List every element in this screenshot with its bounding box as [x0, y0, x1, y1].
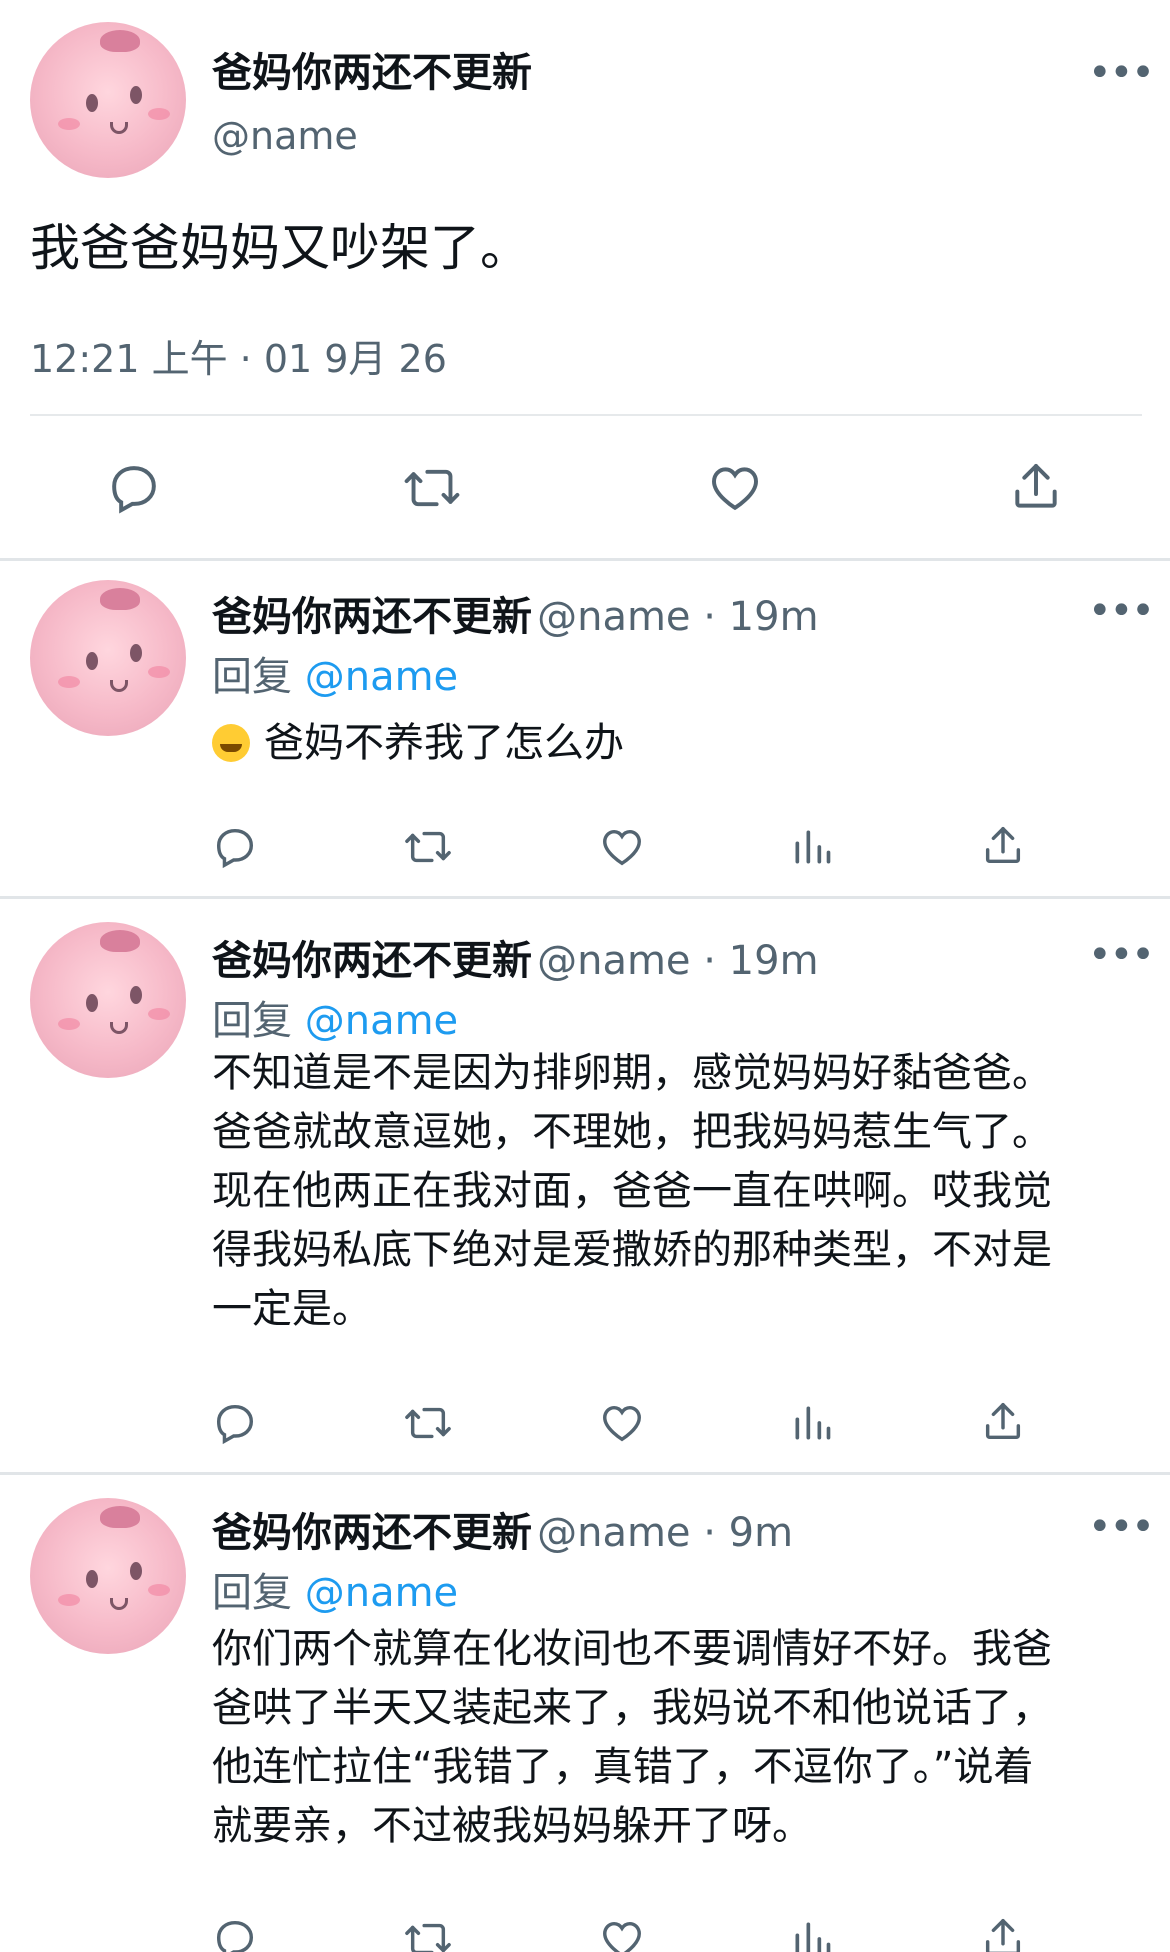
- tweet-text: 我爸爸妈妈又吵架了。: [30, 219, 530, 277]
- section-divider: [0, 558, 1170, 561]
- more-options-icon[interactable]: •••: [1088, 932, 1155, 978]
- reply-tweet[interactable]: 爸妈你两还不更新 @name · 19m ••• 回复 @name 不知道是不是…: [0, 900, 1170, 1474]
- replying-to: 回复 @name: [212, 654, 459, 700]
- share-icon[interactable]: [980, 1398, 1026, 1446]
- heart-icon[interactable]: [598, 1916, 646, 1952]
- share-icon[interactable]: [980, 1914, 1026, 1952]
- main-tweet: 爸妈你两还不更新 @name ••• 我爸爸妈妈又吵架了。 12:21 上午 ·…: [0, 0, 1170, 560]
- comment-icon[interactable]: [212, 824, 258, 870]
- heart-icon[interactable]: [706, 460, 764, 516]
- retweet-icon[interactable]: [402, 460, 462, 516]
- replying-to-link[interactable]: @name: [305, 654, 458, 700]
- retweet-icon[interactable]: [402, 1400, 454, 1446]
- reply-tweet[interactable]: 爸妈你两还不更新 @name · 19m ••• 回复 @name 爸妈不养我了…: [0, 562, 1170, 898]
- replying-to: 回复 @name: [212, 1570, 459, 1616]
- retweet-icon[interactable]: [402, 824, 454, 870]
- reply-text: 爸妈不养我了怎么办: [212, 714, 1112, 773]
- tweet-timestamp: 12:21 上午 · 01 9月 26: [30, 337, 447, 381]
- comment-icon[interactable]: [212, 1916, 258, 1952]
- comment-icon[interactable]: [106, 460, 162, 516]
- avatar[interactable]: [30, 580, 186, 736]
- loudly-crying-face-emoji: [212, 724, 250, 762]
- handle-time: @name · 19m: [537, 594, 819, 640]
- handle-time: @name · 9m: [537, 1510, 794, 1556]
- more-options-icon[interactable]: •••: [1088, 1504, 1155, 1550]
- display-name[interactable]: 爸妈你两还不更新: [212, 40, 532, 98]
- share-icon[interactable]: [1008, 458, 1064, 516]
- more-options-icon[interactable]: •••: [1088, 588, 1155, 634]
- avatar[interactable]: [30, 1498, 186, 1654]
- user-handle[interactable]: @name: [212, 114, 358, 158]
- section-divider: [0, 896, 1170, 899]
- analytics-icon[interactable]: [790, 1916, 834, 1952]
- section-divider: [0, 1472, 1170, 1475]
- display-name[interactable]: 爸妈你两还不更新: [212, 938, 532, 984]
- heart-icon[interactable]: [598, 824, 646, 870]
- analytics-icon[interactable]: [790, 824, 834, 870]
- handle-time: @name · 19m: [537, 938, 819, 984]
- analytics-icon[interactable]: [790, 1400, 834, 1446]
- divider: [30, 414, 1142, 416]
- share-icon[interactable]: [980, 822, 1026, 870]
- display-name[interactable]: 爸妈你两还不更新: [212, 594, 532, 640]
- retweet-icon[interactable]: [402, 1916, 454, 1952]
- more-options-icon[interactable]: •••: [1088, 50, 1155, 96]
- replying-to: 回复 @name: [212, 998, 459, 1044]
- reply-tweet[interactable]: 爸妈你两还不更新 @name · 9m ••• 回复 @name 你们两个就算在…: [0, 1476, 1170, 1952]
- reply-text: 不知道是不是因为排卵期，感觉妈妈好黏爸爸。 爸爸就故意逗她，不理她，把我妈妈惹生…: [212, 1050, 1052, 1332]
- display-name[interactable]: 爸妈你两还不更新: [212, 1510, 532, 1556]
- replying-to-link[interactable]: @name: [305, 998, 458, 1044]
- replying-to-link[interactable]: @name: [305, 1570, 458, 1616]
- heart-icon[interactable]: [598, 1400, 646, 1446]
- avatar[interactable]: [30, 922, 186, 1078]
- comment-icon[interactable]: [212, 1400, 258, 1446]
- avatar[interactable]: [30, 22, 186, 178]
- reply-text: 你们两个就算在化妆间也不要调情好不好。我爸 爸哄了半天又装起来了，我妈说不和他说…: [212, 1626, 1052, 1849]
